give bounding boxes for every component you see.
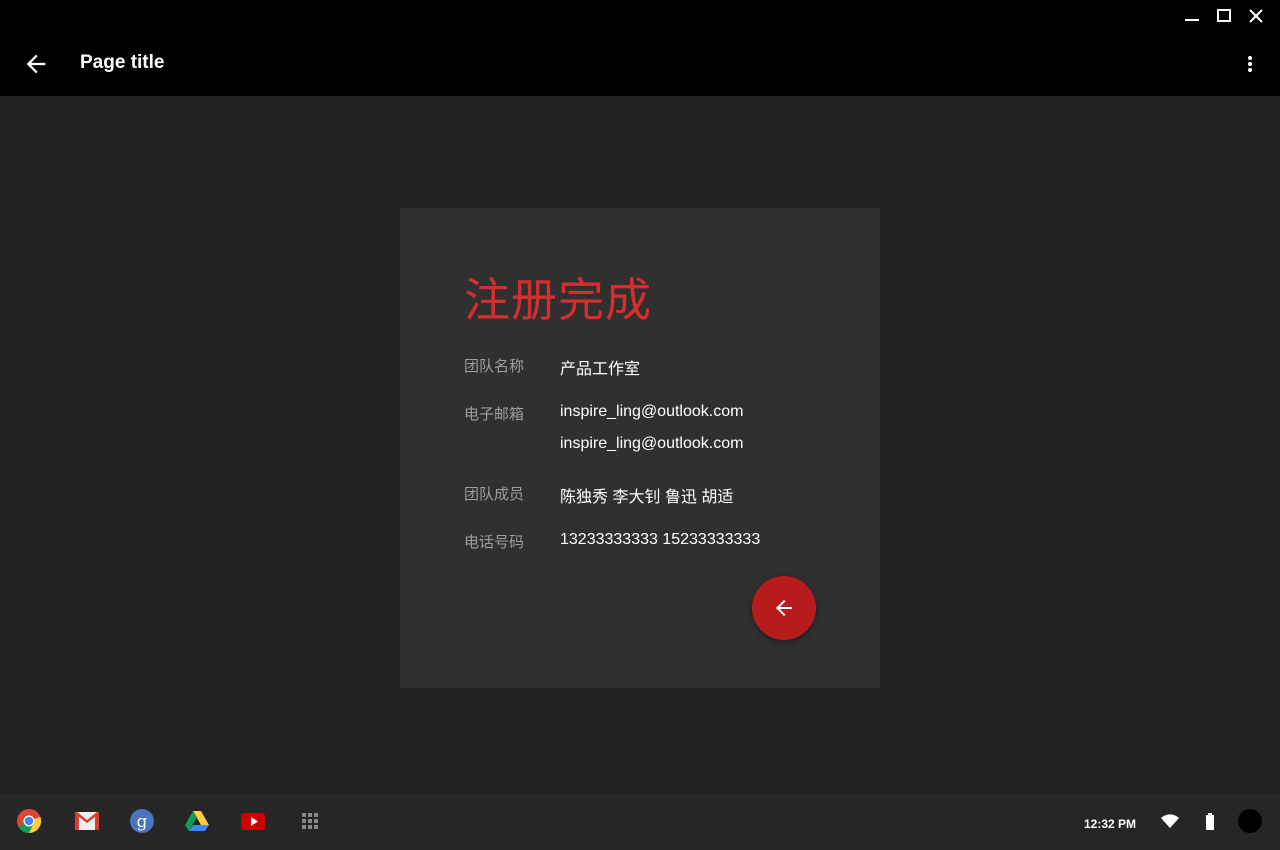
avatar[interactable] xyxy=(1238,809,1262,833)
gmail-icon[interactable] xyxy=(74,808,100,834)
members-label: 团队成员 xyxy=(464,485,525,503)
app-bar: Page title xyxy=(0,0,1280,96)
card-heading: 注册完成 xyxy=(464,273,652,327)
page-title: Page title xyxy=(80,52,165,73)
app-launcher-icon[interactable] xyxy=(297,808,323,834)
team-name-label: 团队名称 xyxy=(464,357,525,375)
youtube-icon[interactable] xyxy=(240,808,266,834)
arrow-back-icon xyxy=(776,600,792,616)
phone-value: 13233333333 15233333333 xyxy=(560,531,761,548)
close-icon[interactable] xyxy=(1244,6,1268,26)
maximize-icon[interactable] xyxy=(1212,6,1236,26)
email-value: inspire_ling@outlook.com xyxy=(560,403,744,420)
google-search-icon[interactable]: g xyxy=(129,808,155,834)
back-arrow-icon[interactable] xyxy=(22,50,50,78)
team-name-value: 产品工作室 xyxy=(560,361,641,378)
clock[interactable]: 12:32 PM xyxy=(1084,817,1136,831)
email-value: inspire_ling@outlook.com xyxy=(560,435,744,452)
back-fab-button[interactable] xyxy=(752,576,816,640)
battery-icon[interactable] xyxy=(1204,812,1216,832)
more-vert-icon[interactable] xyxy=(1240,52,1260,76)
svg-text:g: g xyxy=(137,812,148,832)
members-value: 陈独秀 李大钊 鲁迅 胡适 xyxy=(560,489,734,506)
phone-label: 电话号码 xyxy=(464,533,525,551)
drive-icon[interactable] xyxy=(184,808,210,834)
shelf: g 12:32 PM xyxy=(0,794,1280,850)
wifi-icon[interactable] xyxy=(1160,812,1180,830)
registration-card: 注册完成 团队名称 产品工作室 电子邮箱 inspire_ling@outloo… xyxy=(400,208,880,688)
email-label: 电子邮箱 xyxy=(464,405,525,423)
minimize-icon[interactable] xyxy=(1180,6,1204,26)
chrome-icon[interactable] xyxy=(16,808,42,834)
